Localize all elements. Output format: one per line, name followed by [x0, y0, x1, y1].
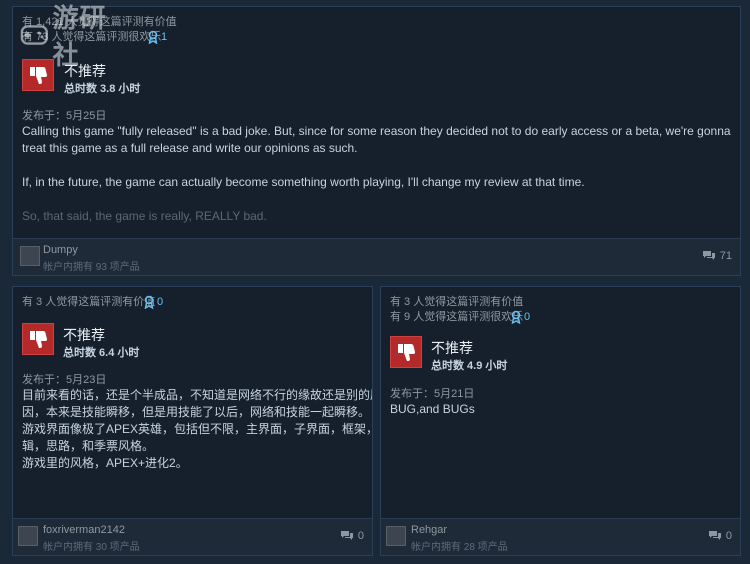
products-owned: 帐户内拥有 93 项产品: [43, 262, 140, 273]
comment-count: 0: [357, 530, 364, 542]
review-paragraph: If, in the future, the game can actually…: [22, 175, 585, 189]
avatar[interactable]: [20, 246, 40, 266]
award-badge[interactable]: 0: [143, 295, 163, 309]
comment-count: 0: [725, 530, 732, 542]
review-text: 目前来看的话，还是个半成品，不知道是网络不行的缘故还是别的原 因，本来是技能瞬移…: [22, 387, 372, 472]
comment-icon: [702, 251, 715, 260]
thumbs-down-icon: [390, 336, 422, 368]
review-card-2: 有 3 人觉得这篇评测有价值 0 不推荐 总时数 6.4 小时 发布于：5月23…: [12, 286, 373, 556]
award-badge[interactable]: 0: [510, 310, 530, 324]
review-footer: Rehgar 帐户内拥有 28 项产品 0: [381, 518, 740, 555]
avatar[interactable]: [18, 526, 38, 546]
review-card-3: 有 3 人觉得这篇评测有价值 有 9 人觉得这篇评测很欢乐 0 不推荐 总时数 …: [380, 286, 741, 556]
review-verdict[interactable]: 不推荐: [63, 325, 105, 345]
helpful-count: 有 3 人觉得这篇评测有价值: [390, 296, 524, 308]
review-text: Calling this game "fully released" is a …: [22, 123, 736, 225]
posted-date: 发布于：5月25日: [22, 110, 107, 122]
review-footer: Dumpy 帐户内拥有 93 项产品 71: [13, 238, 740, 275]
comment-icon: [708, 531, 721, 540]
review-line: 目前来看的话，还是个半成品，不知道是网络不行的缘故还是别的原: [22, 388, 373, 402]
comment-count: 71: [719, 250, 732, 262]
play-hours: 总时数 6.4 小时: [63, 347, 140, 359]
review-line: 因，本来是技能瞬移，但是用技能了以后，网络和技能一起瞬移。: [22, 405, 371, 419]
thumbs-down-icon: [22, 59, 54, 91]
review-line: 辑，思路，和季票风格。: [22, 439, 155, 453]
products-owned: 帐户内拥有 30 项产品: [43, 542, 140, 553]
avatar[interactable]: [386, 526, 406, 546]
username[interactable]: Rehgar: [411, 524, 447, 536]
review-line: 游戏里的风格，APEX+进化2。: [22, 456, 188, 470]
watermark-logo: 游研社: [20, 3, 130, 70]
funny-count: 有 9 人觉得这篇评测很欢乐: [390, 311, 524, 323]
watermark-text: 游研社: [52, 3, 107, 70]
helpful-count: 有 3 人觉得这篇评测有价值: [22, 296, 156, 308]
review-text: BUG,and BUGs: [390, 402, 475, 416]
review-paragraph: Calling this game "fully released" is a …: [22, 124, 731, 155]
review-paragraph: So, that said, the game is really, REALL…: [22, 209, 267, 223]
award-icon: [511, 310, 521, 324]
posted-date: 发布于：5月21日: [390, 388, 475, 400]
review-verdict[interactable]: 不推荐: [431, 338, 473, 358]
award-count: 0: [524, 311, 531, 323]
review-footer: foxriverman2142 帐户内拥有 30 项产品 0: [13, 518, 372, 555]
products-owned: 帐户内拥有 28 项产品: [411, 542, 508, 553]
award-count: 0: [157, 296, 164, 308]
play-hours: 总时数 3.8 小时: [64, 83, 141, 95]
thumbs-down-icon: [22, 323, 54, 355]
username[interactable]: foxriverman2142: [43, 524, 125, 536]
award-badge[interactable]: 1: [147, 30, 167, 44]
username[interactable]: Dumpy: [43, 244, 78, 256]
award-icon: [144, 295, 154, 309]
gamepad-icon: [20, 25, 48, 45]
posted-date: 发布于：5月23日: [22, 374, 107, 386]
play-hours: 总时数 4.9 小时: [431, 360, 508, 372]
comment-icon: [340, 531, 353, 540]
award-count: 1: [161, 31, 168, 43]
review-line: 游戏界面像极了APEX英雄，包括但不限，主界面，子界面，框架，逻: [22, 422, 373, 436]
comments-link[interactable]: 0: [340, 530, 364, 542]
award-icon: [148, 30, 158, 44]
comments-link[interactable]: 0: [708, 530, 732, 542]
comments-link[interactable]: 71: [702, 250, 732, 262]
